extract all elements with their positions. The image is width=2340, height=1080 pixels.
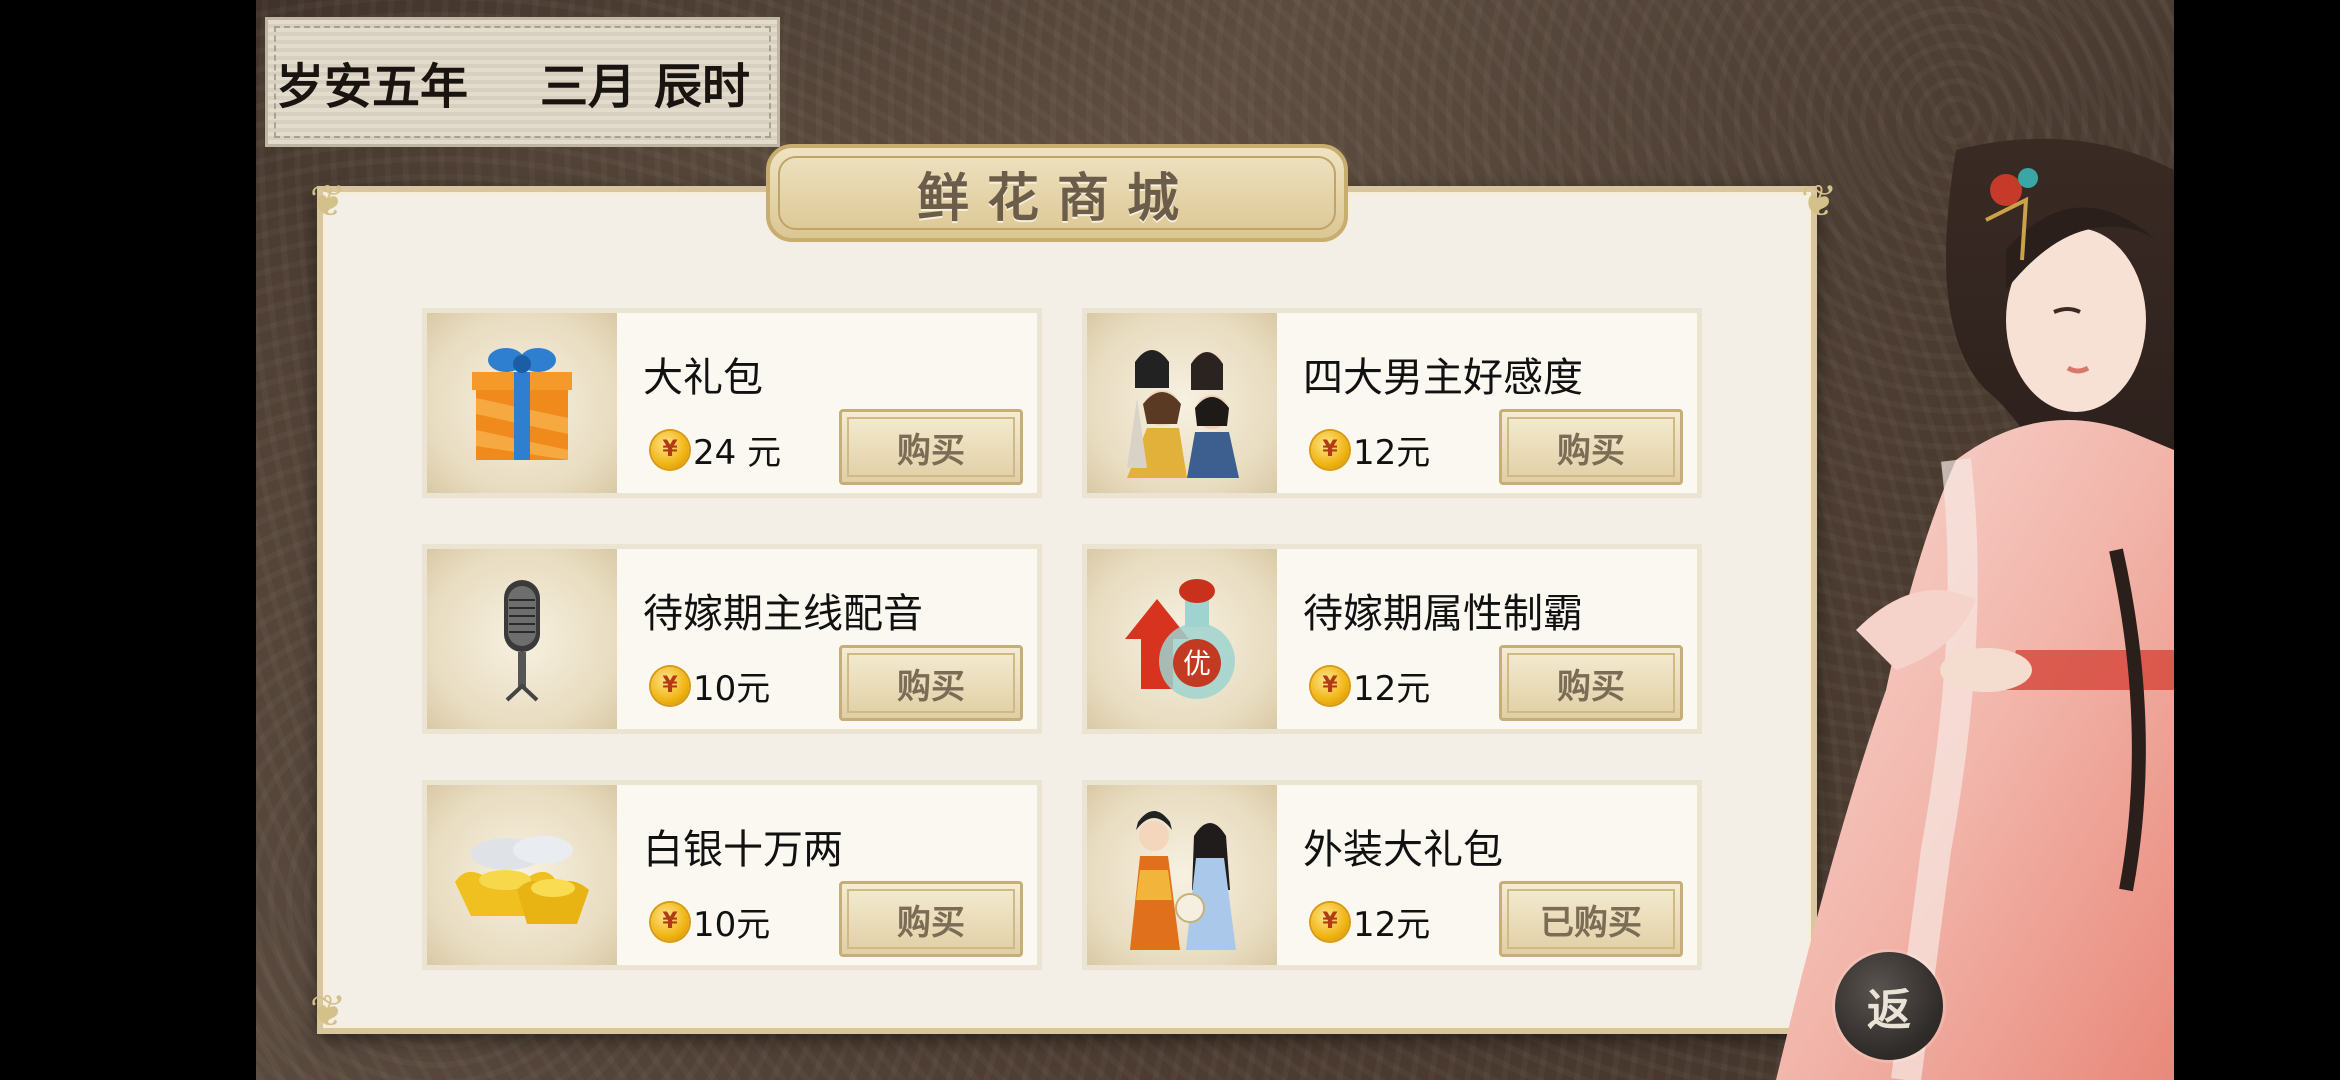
shop-title: 鲜花商城 — [916, 168, 1197, 229]
coin-icon: ¥ — [1311, 430, 1349, 469]
microphone-icon — [427, 549, 617, 729]
price-value: 12元 — [1353, 433, 1431, 473]
potion-bottle-icon: 优 — [1087, 549, 1277, 729]
item-price: ¥ 12元 — [1311, 661, 1430, 710]
coin-icon: ¥ — [1311, 666, 1349, 705]
shop-item-card: 四大男主好感度 ¥ 12元 购买 — [1082, 308, 1702, 498]
back-button[interactable]: 返 — [1835, 952, 1943, 1060]
gift-box-icon — [427, 313, 617, 493]
buy-button-label: 购买 — [897, 430, 965, 471]
svg-text:优: 优 — [1183, 647, 1211, 680]
price-value: 10元 — [693, 669, 771, 709]
buy-button[interactable]: 购买 — [839, 881, 1023, 957]
shop-item-card: 优 待嫁期属性制霸 ¥ 12元 购买 — [1082, 544, 1702, 734]
item-name: 待嫁期属性制霸 — [1303, 591, 1583, 637]
item-name: 待嫁期主线配音 — [643, 591, 923, 637]
four-men-portrait-icon — [1087, 313, 1277, 493]
item-name: 外装大礼包 — [1303, 827, 1503, 873]
shop-item-card: 大礼包 ¥ 24 元 购买 — [422, 308, 1042, 498]
character-illustration — [1656, 130, 2174, 1080]
price-value: 12元 — [1353, 669, 1431, 709]
coin-icon: ¥ — [1311, 902, 1349, 941]
price-value: 12元 — [1353, 905, 1431, 945]
buy-button[interactable]: 购买 — [839, 645, 1023, 721]
shop-item-card: 外装大礼包 ¥ 12元 已购买 — [1082, 780, 1702, 970]
item-price: ¥ 12元 — [1311, 897, 1430, 946]
silver-ingots-icon — [427, 785, 617, 965]
month-label: 三月 — [540, 59, 637, 115]
coin-icon: ¥ — [651, 902, 689, 941]
item-price: ¥ 12元 — [1311, 425, 1430, 474]
coin-icon: ¥ — [651, 430, 689, 469]
item-price: ¥ 10元 — [651, 661, 770, 710]
buy-button[interactable]: 购买 — [839, 409, 1023, 485]
item-price: ¥ 24 元 — [651, 425, 781, 474]
coin-icon: ¥ — [651, 666, 689, 705]
costume-pair-icon — [1087, 785, 1277, 965]
item-name: 四大男主好感度 — [1303, 355, 1583, 401]
buy-button-label: 购买 — [1557, 430, 1625, 471]
price-value: 24 元 — [693, 433, 782, 473]
era-label: 岁安五年 — [276, 59, 469, 115]
item-price: ¥ 10元 — [651, 897, 770, 946]
hour-label: 辰时 — [654, 59, 751, 115]
corner-ornament-icon: ❦ — [309, 986, 347, 1037]
buy-button-label: 购买 — [897, 666, 965, 707]
shop-item-card: 白银十万两 ¥ 10元 购买 — [422, 780, 1042, 970]
buy-button-label: 购买 — [1557, 666, 1625, 707]
price-value: 10元 — [693, 905, 771, 945]
shop-item-card: 待嫁期主线配音 ¥ 10元 购买 — [422, 544, 1042, 734]
corner-ornament-icon: ❦ — [309, 176, 347, 227]
shop-title-plate: 鲜花商城 — [766, 144, 1348, 242]
buy-button-label: 购买 — [897, 902, 965, 943]
item-name: 大礼包 — [643, 355, 763, 401]
date-plaque: 岁安五年 三月 辰时 — [265, 17, 780, 147]
game-screen: 岁安五年 三月 辰时 ❦ ❦ ❦ ❦ 鲜花商城 大礼包 — [256, 0, 2174, 1080]
purchased-button-label: 已购买 — [1540, 902, 1642, 943]
item-name: 白银十万两 — [643, 827, 843, 873]
